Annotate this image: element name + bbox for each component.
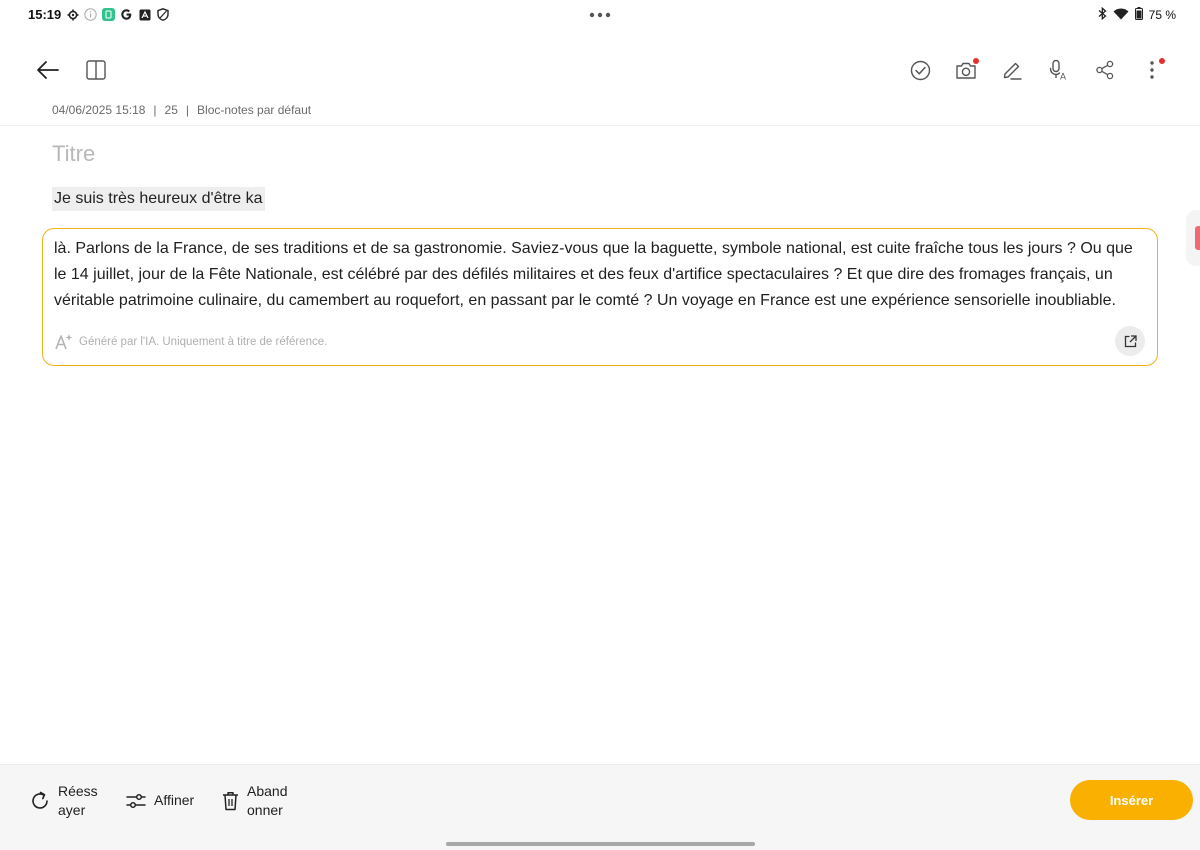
bluetooth-icon [1098,6,1107,23]
ai-format-icon [863,63,883,79]
camera-notification-dot [973,58,979,64]
note-toolbar: A [0,50,1200,92]
info-icon [84,8,97,21]
open-external-icon [1124,334,1137,347]
status-right: 75 % [1098,6,1176,23]
ai-generated-text: là. Parlons de la France, de ses traditi… [54,240,1133,309]
battery-level: 75 % [1148,8,1176,22]
insert-button[interactable]: Insérer [1070,780,1193,820]
more-icon [1150,61,1154,79]
voice-icon: A [1049,59,1066,82]
wifi-icon [1113,8,1129,23]
split-view-icon [86,60,106,80]
trash-icon [223,792,238,811]
ai-format-button[interactable] [853,50,893,90]
notebook-name[interactable]: Bloc-notes par défaut [197,103,311,117]
shield-icon [156,8,169,21]
camera-button[interactable] [946,50,986,90]
status-time: 15:19 [28,7,62,22]
home-indicator[interactable] [446,842,755,846]
battery-icon [1134,7,1143,23]
ai-action-bar: Réess ayer Affiner Aband onner Insérer [0,764,1200,850]
discard-label: Aband onner [247,783,288,818]
checklist-button[interactable] [900,50,940,90]
open-external-button[interactable] [1115,326,1145,356]
ai-disclaimer: Généré par l'IA. Uniquement à titre de r… [55,333,327,350]
note-date: 04/06/2025 15:18 [52,103,146,117]
note-title-placeholder[interactable]: Titre [52,141,95,167]
back-arrow-icon [37,61,59,79]
retry-label: Réess ayer [58,783,98,818]
discard-button[interactable]: Aband onner [222,782,287,820]
multiwindow-dots-icon[interactable] [588,6,612,22]
pen-icon [1003,62,1022,80]
more-notification-dot [1159,58,1165,64]
google-icon [120,8,133,21]
share-button[interactable] [1085,50,1125,90]
autofill-icon [138,8,151,21]
checklist-icon [910,60,930,80]
sliders-icon [126,793,146,808]
status-bar: 15:19 75 % [0,0,1200,30]
share-icon [1096,60,1114,80]
edge-panel-handle[interactable] [1186,210,1200,266]
ai-sparkle-icon [55,334,73,350]
note-char-count: 25 [164,103,178,117]
refresh-icon [32,791,48,809]
meta-separator: | [153,103,157,117]
status-left-icons [66,8,169,21]
refine-label: Affiner [154,792,195,808]
app-green-icon [102,8,115,21]
voice-button[interactable]: A [1039,50,1079,90]
pen-button[interactable] [992,50,1032,90]
meta-separator: | [185,103,190,117]
ai-result-box: là. Parlons de la France, de ses traditi… [42,228,1158,366]
refine-button[interactable]: Affiner [126,791,194,810]
edge-panel-mark [1195,226,1200,250]
gear-icon [66,8,79,21]
ai-disclaimer-text: Généré par l'IA. Uniquement à titre de r… [79,335,328,348]
svg-text:A: A [1060,72,1066,82]
split-view-button[interactable] [76,50,116,90]
more-button[interactable] [1132,50,1172,90]
retry-button[interactable]: Réess ayer [30,782,98,820]
header-divider [0,125,1200,126]
selected-text[interactable]: Je suis très heureux d'être ka [52,187,265,211]
note-meta: 04/06/2025 15:18 | 25 | Bloc-notes par d… [52,103,311,117]
back-button[interactable] [28,50,68,90]
